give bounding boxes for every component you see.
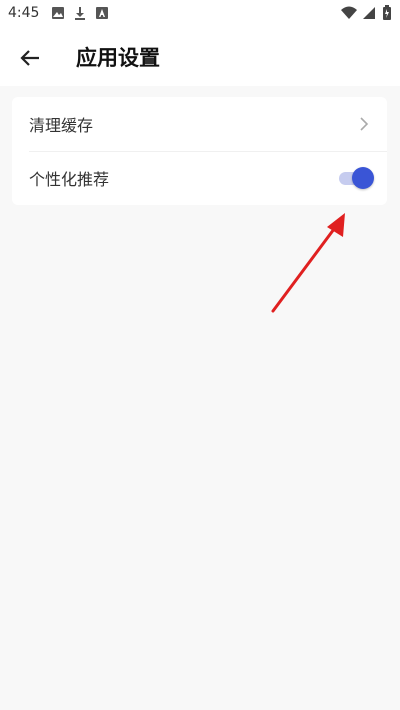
- personalized-recommendation-label: 个性化推荐: [29, 170, 110, 189]
- clear-cache-row[interactable]: 清理缓存: [12, 97, 387, 151]
- app-bar: 应用设置: [0, 28, 400, 86]
- battery-icon: [383, 5, 391, 20]
- a-box-icon: [96, 7, 108, 19]
- page-title: 应用设置: [76, 46, 160, 70]
- settings-card: 清理缓存 个性化推荐: [12, 97, 387, 205]
- personalized-recommendation-row: 个性化推荐: [12, 151, 387, 205]
- status-time: 4:45: [8, 5, 40, 21]
- toggle-thumb: [352, 167, 374, 189]
- image-icon: [52, 7, 64, 19]
- status-bar: 4:45: [0, 0, 400, 28]
- signal-icon: [363, 7, 375, 19]
- annotation-arrow-icon: [271, 213, 345, 313]
- personalized-recommendation-toggle[interactable]: [337, 165, 375, 191]
- download-icon: [75, 7, 85, 20]
- back-arrow-icon: [20, 50, 39, 66]
- clear-cache-label: 清理缓存: [29, 116, 94, 135]
- back-button[interactable]: [12, 40, 48, 76]
- wifi-icon: [341, 6, 357, 19]
- chevron-right-icon: [360, 117, 369, 131]
